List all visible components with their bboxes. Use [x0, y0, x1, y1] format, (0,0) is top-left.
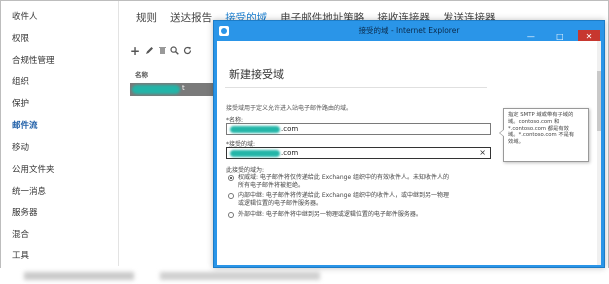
radio-button[interactable] — [228, 193, 234, 199]
left-nav: 收件人 权限 合规性管理 组织 保护 邮件流 移动 公用文件夹 统一消息 服务器… — [1, 1, 119, 266]
scrollbar-thumb[interactable] — [597, 71, 601, 131]
redacted-text — [230, 150, 280, 157]
nav-item-hybrid[interactable]: 混合 — [12, 228, 29, 240]
nav-item-organization[interactable]: 组织 — [12, 75, 29, 87]
nav-item-servers[interactable]: 服务器 — [12, 206, 38, 218]
name-field[interactable]: .com — [226, 123, 491, 135]
radio-label-line2: 所有电子邮件将被拒绝。 — [238, 181, 305, 189]
scrollbar[interactable] — [597, 41, 601, 265]
nav-item-protection[interactable]: 保护 — [12, 97, 29, 109]
ie-dialog-window: 接受的域 - Internet Explorer — □ ✕ 新建接受域 接受域… — [213, 20, 605, 268]
radio-label: 外部中继: 电子邮件将中继到另一物理或逻辑位置的电子邮件服务器。 — [238, 211, 422, 219]
edit-icon[interactable] — [145, 46, 154, 55]
redacted-text — [230, 126, 280, 133]
clear-icon[interactable]: × — [479, 148, 486, 157]
divider — [225, 87, 487, 88]
dialog-heading: 新建接受域 — [229, 68, 284, 81]
blurred-caption — [0, 268, 609, 284]
nav-item-public-folders[interactable]: 公用文件夹 — [12, 163, 55, 175]
domain-help-tooltip: 指定 SMTP 域或带有子域的 域。contoso.com 和 *.contos… — [499, 108, 589, 162]
accepted-domain-value: .com — [281, 149, 299, 157]
nav-item-mobile[interactable]: 移动 — [12, 141, 29, 153]
dialog-description: 接受域用于定义允许进入站电子邮件路由的域。 — [226, 105, 353, 112]
tab-rules[interactable]: 规则 — [136, 10, 157, 25]
nav-item-unified-messaging[interactable]: 统一消息 — [12, 185, 46, 197]
delete-icon[interactable] — [158, 46, 167, 55]
radio-label-line1: 外部中继: 电子邮件将中继到另一物理或逻辑位置的电子邮件服务器。 — [238, 211, 422, 218]
tooltip-line: 指定 SMTP 域或带有子域的 — [508, 112, 574, 118]
nav-item-compliance[interactable]: 合规性管理 — [12, 54, 55, 66]
radio-label-line1: 内部中继: 电子邮件将传递给此 Exchange 组织中的收件人，或中继到另一物… — [238, 192, 450, 199]
radio-label: 内部中继: 电子邮件将传递给此 Exchange 组织中的收件人，或中继到另一物… — [238, 192, 449, 207]
nav-item-recipients[interactable]: 收件人 — [12, 10, 38, 22]
nav-item-tools[interactable]: 工具 — [12, 249, 29, 261]
domain-type-label: 此接受的域为: — [226, 167, 265, 174]
name-field-value: .com — [281, 125, 299, 133]
nav-item-mail-flow[interactable]: 邮件流 — [12, 119, 38, 131]
add-icon[interactable]: + — [130, 44, 140, 58]
radio-label: 权威域: 电子邮件将仅传递给此 Exchange 组织中的有效收件人。未知收件人… — [238, 174, 449, 189]
nav-item-permissions[interactable]: 权限 — [12, 32, 29, 44]
blurred-text — [160, 272, 320, 280]
title-bar[interactable]: 接受的域 - Internet Explorer — □ ✕ — [214, 21, 604, 43]
accepted-domain-field[interactable]: .com × — [226, 147, 491, 159]
row-suffix: t — [182, 84, 185, 92]
search-icon[interactable] — [170, 46, 179, 55]
tab-delivery-reports[interactable]: 送达报告 — [170, 10, 212, 25]
tooltip-line: 效域。 — [508, 139, 524, 146]
column-header-name[interactable]: 名称 — [135, 69, 148, 79]
table-row[interactable]: t — [130, 83, 216, 96]
blurred-text — [24, 272, 134, 280]
redacted-text — [132, 85, 180, 94]
radio-button[interactable] — [228, 212, 234, 218]
refresh-icon[interactable] — [183, 46, 192, 55]
radio-button[interactable] — [228, 175, 234, 181]
radio-label-line1: 权威域: 电子邮件将仅传递给此 Exchange 组织中的有效收件人。未知收件人… — [238, 174, 450, 181]
tooltip-line: 域。contoso.com 和 — [508, 118, 560, 125]
radio-label-line2: 或逻辑位置的电子邮件服务器。 — [238, 199, 323, 207]
